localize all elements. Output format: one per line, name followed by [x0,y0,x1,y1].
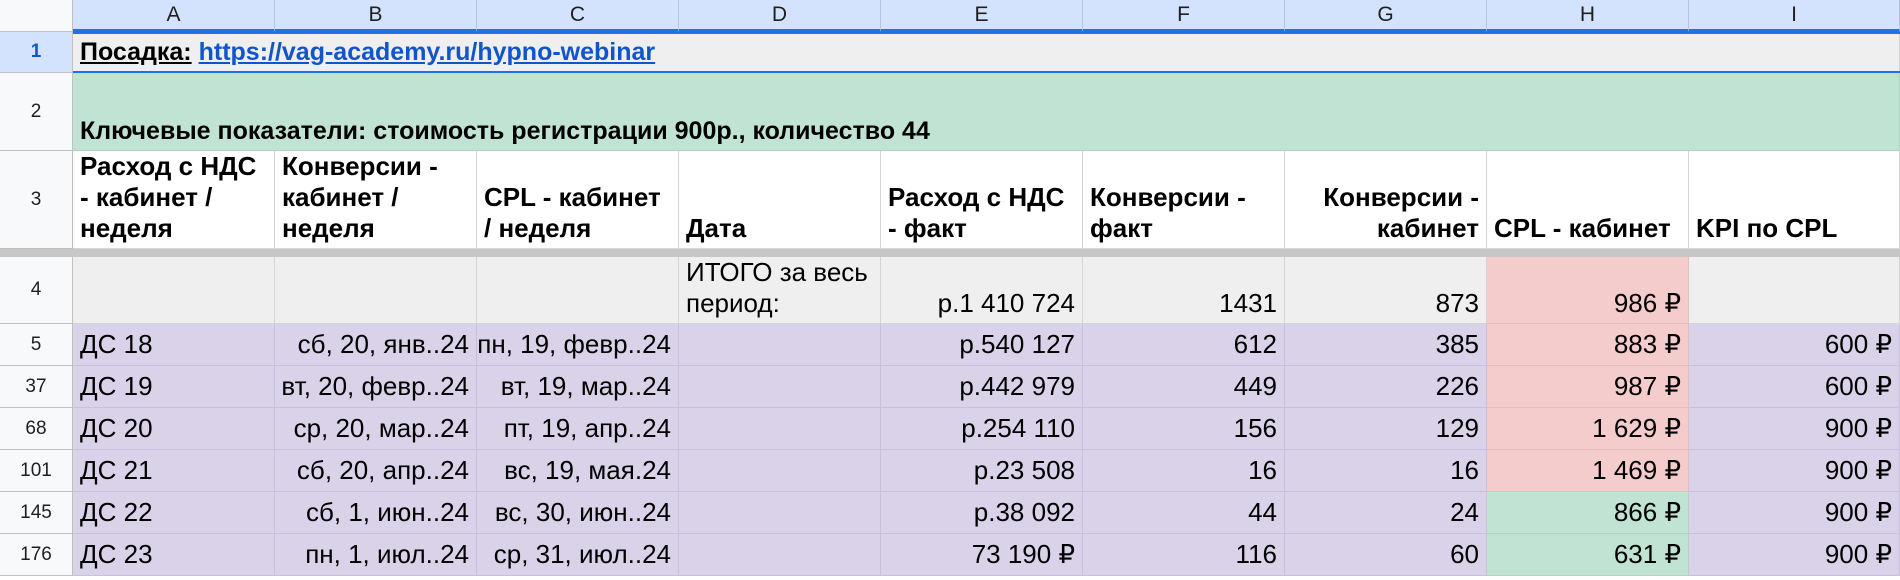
row-3-col-i[interactable]: 900 ₽ [1689,408,1900,450]
row-header-37[interactable]: 37 [0,366,73,408]
row-1-col-e[interactable]: р.540 127 [881,324,1083,366]
row1-cell[interactable]: Посадка: https://vag-academy.ru/hypno-we… [73,32,1900,73]
landing-label: Посадка: [80,37,192,66]
column-header-f[interactable]: F [1083,0,1285,32]
row-6-col-d[interactable] [679,534,881,576]
row-2-col-d[interactable] [679,366,881,408]
row-6-col-b[interactable]: пн, 1, июл..24 [275,534,477,576]
column-header-i[interactable]: I [1689,0,1900,32]
row-1-col-i[interactable]: 600 ₽ [1689,324,1900,366]
row-3-col-b[interactable]: ср, 20, мар..24 [275,408,477,450]
totals-conv-fact[interactable]: 1431 [1083,257,1285,324]
row-4-col-b[interactable]: сб, 20, апр..24 [275,450,477,492]
row-2-col-g[interactable]: 226 [1285,366,1487,408]
row-6-col-a[interactable]: ДС 23 [73,534,275,576]
totals-c[interactable] [477,257,679,324]
row-2-col-a[interactable]: ДС 19 [73,366,275,408]
row-header-176[interactable]: 176 [0,534,73,576]
row-3-col-c[interactable]: пт, 19, апр..24 [477,408,679,450]
landing-link[interactable]: https://vag-academy.ru/hypno-webinar [199,38,656,67]
header-d[interactable]: Дата [679,151,881,249]
header-g[interactable]: Конверсии - кабинет [1285,151,1487,249]
row-5-col-h[interactable]: 866 ₽ [1487,492,1689,534]
row-4-col-i[interactable]: 900 ₽ [1689,450,1900,492]
row-3-col-f[interactable]: 156 [1083,408,1285,450]
row-2-col-e[interactable]: р.442 979 [881,366,1083,408]
row-6-col-c[interactable]: ср, 31, июл..24 [477,534,679,576]
frozen-rows-divider[interactable] [0,249,1900,257]
row-4-col-e[interactable]: р.23 508 [881,450,1083,492]
totals-b[interactable] [275,257,477,324]
spreadsheet: ABCDEFGHI 1 2 3 4 5 37 68 101 145 176 Посадка: ht… [0,0,1900,580]
row-header-101[interactable]: 101 [0,450,73,492]
row-6-col-h[interactable]: 631 ₽ [1487,534,1689,576]
row-5-col-i[interactable]: 900 ₽ [1689,492,1900,534]
totals-a[interactable] [73,257,275,324]
row-5-col-e[interactable]: р.38 092 [881,492,1083,534]
header-h[interactable]: CPL - кабинет [1487,151,1689,249]
row-5-col-b[interactable]: сб, 1, июн..24 [275,492,477,534]
row-4-col-a[interactable]: ДС 21 [73,450,275,492]
row-6-col-i[interactable]: 900 ₽ [1689,534,1900,576]
row-2-col-i[interactable]: 600 ₽ [1689,366,1900,408]
row-4-col-g[interactable]: 16 [1285,450,1487,492]
row-header-2[interactable]: 2 [0,73,73,151]
row-6-col-g[interactable]: 60 [1285,534,1487,576]
row-header-145[interactable]: 145 [0,492,73,534]
column-header-c[interactable]: C [477,0,679,32]
totals-label[interactable]: ИТОГО за весь период: [679,257,881,324]
row-3-col-h[interactable]: 1 629 ₽ [1487,408,1689,450]
row-2-col-f[interactable]: 449 [1083,366,1285,408]
totals-cpl[interactable]: 986 ₽ [1487,257,1689,324]
column-header-d[interactable]: D [679,0,881,32]
row-header-68[interactable]: 68 [0,408,73,450]
row-6-col-f[interactable]: 116 [1083,534,1285,576]
totals-spend[interactable]: р.1 410 724 [881,257,1083,324]
column-header-g[interactable]: G [1285,0,1487,32]
row-5-col-a[interactable]: ДС 22 [73,492,275,534]
row-5-col-g[interactable]: 24 [1285,492,1487,534]
row-3-col-e[interactable]: р.254 110 [881,408,1083,450]
row-1-col-h[interactable]: 883 ₽ [1487,324,1689,366]
row-1-col-d[interactable] [679,324,881,366]
row-5-col-c[interactable]: вс, 30, июн..24 [477,492,679,534]
select-all-corner[interactable] [0,0,73,32]
header-b[interactable]: Конверсии - кабинет / неделя [275,151,477,249]
header-i[interactable]: KPI по CPL [1689,151,1900,249]
row-1-col-f[interactable]: 612 [1083,324,1285,366]
totals-conv-cab[interactable]: 873 [1285,257,1487,324]
row-5-col-f[interactable]: 44 [1083,492,1285,534]
row-2-col-b[interactable]: вт, 20, февр..24 [275,366,477,408]
header-f[interactable]: Конверсии - факт [1083,151,1285,249]
totals-kpi[interactable] [1689,257,1900,324]
row-header-3[interactable]: 3 [0,151,73,249]
header-c[interactable]: CPL - кабинет / неделя [477,151,679,249]
row-1-col-g[interactable]: 385 [1285,324,1487,366]
row-header-5[interactable]: 5 [0,324,73,366]
row-4-col-d[interactable] [679,450,881,492]
column-header-b[interactable]: B [275,0,477,32]
row-1-col-b[interactable]: сб, 20, янв..24 [275,324,477,366]
row-3-col-g[interactable]: 129 [1285,408,1487,450]
kpi-banner[interactable]: Ключевые показатели: стоимость регистрац… [73,73,1900,151]
column-header-a[interactable]: A [73,0,275,32]
row-6-col-e[interactable]: 73 190 ₽ [881,534,1083,576]
row-1-col-a[interactable]: ДС 18 [73,324,275,366]
row-header-4[interactable]: 4 [0,257,73,324]
row-5-col-d[interactable] [679,492,881,534]
row-2-col-c[interactable]: вт, 19, мар..24 [477,366,679,408]
row-1-col-c[interactable]: пн, 19, февр..24 [477,324,679,366]
column-header-h[interactable]: H [1487,0,1689,32]
header-e[interactable]: Расход с НДС - факт [881,151,1083,249]
row-header-1[interactable]: 1 [0,32,73,73]
row-3-col-d[interactable] [679,408,881,450]
column-header-e[interactable]: E [881,0,1083,32]
row-4-col-c[interactable]: вс, 19, мая.24 [477,450,679,492]
row-2-col-h[interactable]: 987 ₽ [1487,366,1689,408]
row-4-col-h[interactable]: 1 469 ₽ [1487,450,1689,492]
header-a[interactable]: Расход с НДС - кабинет / неделя [73,151,275,249]
row-4-col-f[interactable]: 16 [1083,450,1285,492]
row-3-col-a[interactable]: ДС 20 [73,408,275,450]
